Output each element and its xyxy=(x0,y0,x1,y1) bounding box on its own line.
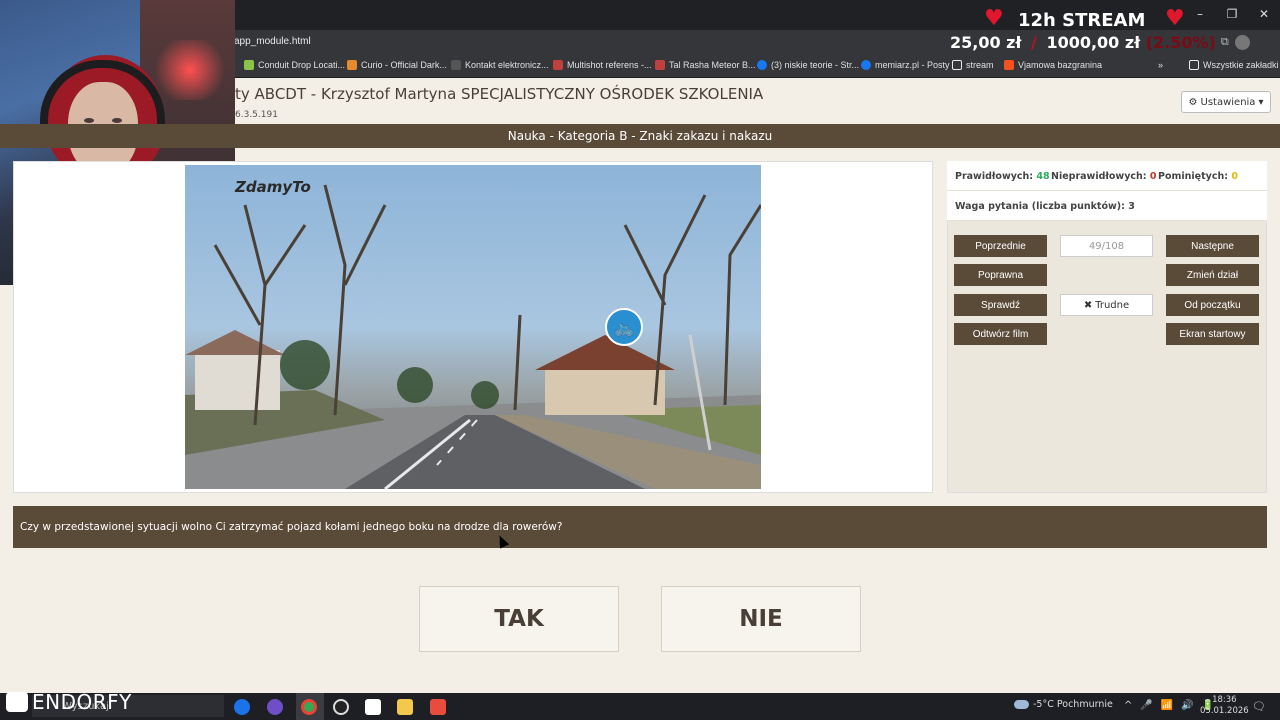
question-counter: 49/108 xyxy=(1060,235,1153,257)
bookmark-item[interactable]: Tal Rasha Meteor B... xyxy=(655,60,756,70)
close-icon: ✖ xyxy=(1083,299,1093,311)
all-bookmarks-button[interactable]: Wszystkie zakładki xyxy=(1189,60,1279,70)
volume-icon[interactable]: 🔊 xyxy=(1181,700,1193,711)
gear-icon: ⚙ xyxy=(1188,96,1198,108)
microphone-icon[interactable]: 🎤 xyxy=(1140,700,1152,711)
heart-icon: ♥ xyxy=(1165,6,1185,31)
folder-icon xyxy=(952,60,962,70)
close-icon[interactable]: ✕ xyxy=(1248,0,1280,28)
stat-correct: Prawidłowych: 48 xyxy=(955,171,1050,182)
change-section-button[interactable]: Zmień dział xyxy=(1166,264,1259,286)
app-icon[interactable] xyxy=(234,699,250,715)
facebook-icon xyxy=(757,60,767,70)
bookmark-item[interactable]: memiarz.pl - Posty xyxy=(861,60,950,70)
section-title: Nauka - Kategoria B - Znaki zakazu i nak… xyxy=(507,129,773,143)
question-weight-value: 3 xyxy=(1128,201,1135,212)
bookmark-item[interactable]: Multishot referens -... xyxy=(553,60,652,70)
check-button[interactable]: Sprawdź xyxy=(954,294,1047,316)
stream-title: 12h STREAM xyxy=(1018,10,1146,31)
from-start-button[interactable]: Od początku xyxy=(1166,294,1259,316)
discord-icon[interactable] xyxy=(267,699,283,715)
app-icon[interactable] xyxy=(430,699,446,715)
heart-icon: ♥ xyxy=(984,6,1004,31)
bookmark-favicon-icon xyxy=(655,60,665,70)
profile-avatar-icon[interactable] xyxy=(1235,35,1250,50)
bookmark-item[interactable]: Vjamowa bazgranina xyxy=(1004,60,1102,70)
notifications-icon[interactable]: 🗨 xyxy=(1252,700,1266,713)
bookmarks-more-button[interactable]: » xyxy=(1158,60,1163,70)
taskbar-clock[interactable]: 18:36 05.01.2026 xyxy=(1200,695,1249,717)
question-weight: Waga pytania (liczba punktów): 3 xyxy=(955,201,1135,212)
next-button[interactable]: Następne xyxy=(1166,235,1259,257)
donation-raised: 25,00 zł xyxy=(950,33,1022,52)
chevron-up-icon[interactable]: ^ xyxy=(1124,700,1132,711)
play-video-button[interactable]: Odtwórz film xyxy=(954,323,1047,345)
bookmark-item[interactable]: Conduit Drop Locati... xyxy=(244,60,345,70)
donation-goal: 25,00 zł / 1000,00 zł (2.50%) xyxy=(950,33,1216,52)
mark-hard-button[interactable]: ✖ Trudne xyxy=(1060,294,1153,316)
previous-button[interactable]: Poprzednie xyxy=(954,235,1047,257)
bookmark-item[interactable]: (3) niskie teorie - Str... xyxy=(757,60,859,70)
mark-hard-label: Trudne xyxy=(1095,299,1130,311)
cloud-icon xyxy=(1014,700,1029,709)
clock-time: 18:36 xyxy=(1212,695,1237,705)
bookmark-favicon-icon xyxy=(553,60,563,70)
question-weight-row: Waga pytania (liczba punktów): 3 xyxy=(947,191,1267,221)
obs-icon[interactable] xyxy=(333,699,349,715)
chrome-icon[interactable] xyxy=(301,699,317,715)
start-screen-button[interactable]: Ekran startowy xyxy=(1166,323,1259,345)
settings-label: Ustawienia xyxy=(1200,96,1256,108)
chevron-right-icon: » xyxy=(1158,60,1164,70)
network-icon[interactable]: 📶 xyxy=(1161,700,1173,711)
stat-correct-value: 48 xyxy=(1036,171,1050,182)
stat-incorrect: Nieprawidłowych: 0 xyxy=(1051,171,1157,182)
chevron-down-icon: ▾ xyxy=(1258,96,1264,108)
correct-answer-button[interactable]: Poprawna xyxy=(954,264,1047,286)
question-video[interactable]: 🚲 xyxy=(185,165,761,489)
street-scene-image: 🚲 xyxy=(185,184,761,489)
webcam-light xyxy=(150,40,230,100)
answer-no-button[interactable]: NIE xyxy=(661,586,861,652)
stat-incorrect-value: 0 xyxy=(1149,171,1157,182)
bookmark-item[interactable]: stream xyxy=(952,60,994,70)
donation-goal-amount: 1000,00 zł xyxy=(1046,33,1141,52)
facebook-icon xyxy=(861,60,871,70)
address-text[interactable]: app_module.html xyxy=(234,36,311,47)
bookmark-favicon-icon xyxy=(347,60,357,70)
clock-date: 05.01.2026 xyxy=(1200,706,1249,716)
weather-text: -5°C Pochmurnie xyxy=(1033,699,1113,710)
question-bar: Czy w przedstawionej sytuacji wolno Ci z… xyxy=(13,506,1267,548)
weather-widget[interactable]: -5°C Pochmurnie xyxy=(1014,699,1113,710)
page-title: ty ABCDT - Krzysztof Martyna SPECJALISTY… xyxy=(235,85,764,103)
terminal-icon[interactable] xyxy=(365,699,381,715)
app-version: 6.3.5.191 xyxy=(235,110,278,120)
settings-button[interactable]: ⚙ Ustawienia ▾ xyxy=(1181,91,1271,113)
svg-text:🚲: 🚲 xyxy=(614,318,634,337)
section-header: Nauka - Kategoria B - Znaki zakazu i nak… xyxy=(0,124,1280,148)
donation-separator: / xyxy=(1031,33,1037,52)
bookmark-favicon-icon xyxy=(1004,60,1014,70)
bookmark-item[interactable]: Kontakt elektronicz... xyxy=(451,60,549,70)
video-watermark: ZdamyTo xyxy=(235,178,311,196)
stat-skipped-value: 0 xyxy=(1231,171,1238,182)
stat-skipped: Pominiętych: 0 xyxy=(1158,171,1238,182)
bookmark-favicon-icon xyxy=(244,60,254,70)
folder-icon xyxy=(1189,60,1199,70)
answer-yes-button[interactable]: TAK xyxy=(419,586,619,652)
stats-row: Prawidłowych: 48 Nieprawidłowych: 0 Pomi… xyxy=(947,161,1267,191)
bookmark-item[interactable]: Curio - Official Dark... xyxy=(347,60,447,70)
endorfy-logo: ENDORFY xyxy=(6,690,132,714)
folder-icon[interactable] xyxy=(397,699,413,715)
stream-overlay: ♥ 12h STREAM ♥ 25,00 zł / 1000,00 zł (2.… xyxy=(900,6,1230,56)
endorfy-mark-icon xyxy=(6,692,28,712)
question-text: Czy w przedstawionej sytuacji wolno Ci z… xyxy=(20,521,563,533)
endorfy-brand: ENDORFY xyxy=(32,690,132,714)
bookmark-favicon-icon xyxy=(451,60,461,70)
donation-percent: (2.50%) xyxy=(1145,33,1216,52)
